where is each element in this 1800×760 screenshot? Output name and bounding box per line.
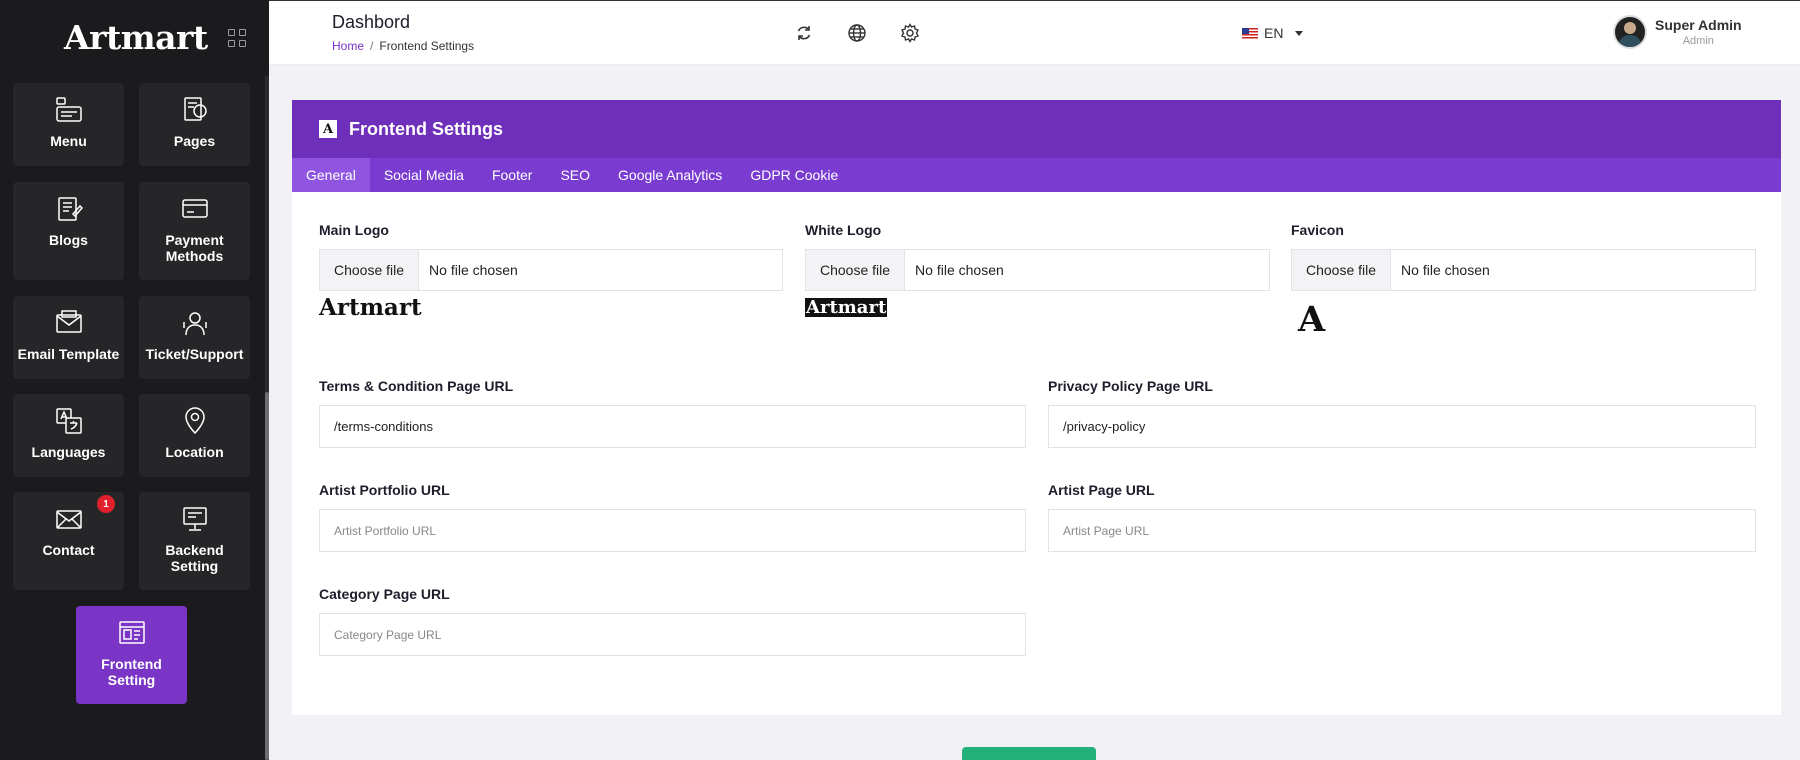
artist-page-url-input[interactable]: [1048, 509, 1756, 552]
sidebar-item-backend-setting[interactable]: Backend Setting: [139, 492, 250, 590]
white-logo-file-input[interactable]: Choose file No file chosen: [805, 249, 1270, 291]
card-header: A Frontend Settings: [292, 100, 1781, 158]
sidebar-item-label: Languages: [31, 444, 106, 460]
breadcrumb-home-link[interactable]: Home: [332, 39, 364, 53]
artmart-logo-icon: A: [319, 120, 337, 138]
frontend-settings-card: A Frontend Settings General Social Media…: [292, 100, 1781, 715]
user-name: Super Admin: [1655, 17, 1742, 33]
tab-general[interactable]: General: [292, 158, 370, 192]
language-code: EN: [1264, 25, 1284, 41]
sidebar-item-label: Contact: [42, 542, 95, 558]
refresh-icon[interactable]: [794, 23, 814, 43]
frontend-setting-icon: [118, 621, 145, 644]
favicon-label: Favicon: [1291, 222, 1344, 238]
file-status: No file chosen: [429, 262, 518, 278]
privacy-url-input[interactable]: [1048, 405, 1756, 448]
envelope-icon: [55, 510, 82, 529]
choose-file-button[interactable]: Choose file: [806, 250, 906, 290]
category-page-url-label: Category Page URL: [319, 586, 450, 602]
tab-footer[interactable]: Footer: [478, 158, 546, 192]
sidebar-item-payment-methods[interactable]: Payment Methods: [139, 182, 250, 280]
sidebar-item-label: Email Template: [17, 346, 120, 362]
category-page-url-input[interactable]: [319, 613, 1026, 656]
support-icon: [182, 312, 207, 336]
sidebar-item-ticket-support[interactable]: Ticket/Support: [139, 296, 250, 379]
backend-setting-icon: [182, 507, 207, 531]
save-button[interactable]: [962, 747, 1096, 760]
email-template-icon: [55, 310, 82, 333]
artist-page-url-label: Artist Page URL: [1048, 482, 1155, 498]
payment-card-icon: [181, 199, 208, 218]
terms-url-input[interactable]: [319, 405, 1026, 448]
sidebar-item-label: Frontend Setting: [101, 656, 162, 688]
sidebar-item-email-template[interactable]: Email Template: [13, 296, 124, 379]
user-role: Admin: [1682, 35, 1714, 47]
breadcrumb-current: Frontend Settings: [379, 39, 475, 53]
sidebar-item-label: Backend Setting: [165, 542, 224, 574]
card-title: Frontend Settings: [349, 118, 503, 139]
tab-social-media[interactable]: Social Media: [370, 158, 478, 192]
caret-down-icon: [1295, 30, 1304, 36]
sidebar-item-label: Menu: [50, 133, 87, 149]
tab-seo[interactable]: SEO: [546, 158, 604, 192]
main-logo-label: Main Logo: [319, 222, 389, 238]
sidebar-item-languages[interactable]: Languages: [13, 394, 124, 477]
sidebar-item-blogs[interactable]: Blogs: [13, 182, 124, 280]
file-status: No file chosen: [1401, 262, 1490, 278]
white-logo-label: White Logo: [805, 222, 882, 238]
white-logo-preview: Artmart: [805, 297, 888, 318]
artist-portfolio-url-input[interactable]: [319, 509, 1026, 552]
languages-icon: [55, 408, 82, 434]
apps-grid-icon[interactable]: [228, 29, 246, 47]
sidebar-item-label: Blogs: [49, 232, 88, 248]
page-title: Dashbord: [332, 12, 411, 32]
favicon-file-input[interactable]: Choose file No file chosen: [1291, 249, 1756, 291]
sidebar-item-menu[interactable]: Menu: [13, 83, 124, 166]
sidebar: Artmart Menu Pages Blogs Payment Methods: [0, 0, 269, 760]
gear-icon[interactable]: [900, 23, 920, 43]
language-selector[interactable]: EN: [1242, 25, 1304, 41]
tab-google-analytics[interactable]: Google Analytics: [604, 158, 736, 192]
sidebar-item-label: Location: [165, 444, 224, 460]
brand-logo[interactable]: Artmart: [64, 18, 208, 57]
blogs-icon: [57, 197, 83, 221]
location-pin-icon: [184, 407, 205, 435]
file-status: No file chosen: [915, 262, 1004, 278]
sidebar-header: Artmart: [0, 0, 269, 76]
choose-file-button[interactable]: Choose file: [320, 250, 420, 290]
menu-icon: [55, 97, 82, 122]
sidebar-item-label: Payment Methods: [165, 232, 224, 264]
terms-url-label: Terms & Condition Page URL: [319, 378, 514, 394]
sidebar-item-location[interactable]: Location: [139, 394, 250, 477]
notification-badge: 1: [97, 495, 115, 513]
main-logo-preview: Artmart: [319, 294, 422, 321]
sidebar-item-pages[interactable]: Pages: [139, 83, 250, 166]
sidebar-item-label: Pages: [173, 133, 216, 149]
topbar: Dashbord Home / Frontend Settings EN Super…: [269, 0, 1800, 64]
favicon-preview: A: [1298, 299, 1326, 340]
sidebar-item-contact[interactable]: Contact 1: [13, 492, 124, 590]
us-flag-icon: [1242, 27, 1258, 39]
artist-portfolio-url-label: Artist Portfolio URL: [319, 482, 450, 498]
breadcrumb-separator: /: [370, 39, 374, 53]
sidebar-item-label: Ticket/Support: [145, 346, 244, 362]
main-logo-file-input[interactable]: Choose file No file chosen: [319, 249, 783, 291]
settings-tabs: General Social Media Footer SEO Google A…: [292, 158, 1781, 192]
pages-icon: [183, 97, 207, 121]
user-menu[interactable]: Super Admin Admin: [1613, 15, 1742, 49]
globe-icon[interactable]: [847, 23, 867, 43]
breadcrumb: Home / Frontend Settings: [332, 39, 474, 53]
privacy-url-label: Privacy Policy Page URL: [1048, 378, 1213, 394]
choose-file-button[interactable]: Choose file: [1292, 250, 1392, 290]
tab-gdpr-cookie[interactable]: GDPR Cookie: [736, 158, 852, 192]
sidebar-scrollbar-thumb[interactable]: [265, 392, 269, 760]
avatar: [1613, 15, 1647, 49]
sidebar-item-frontend-setting[interactable]: Frontend Setting: [76, 606, 187, 704]
